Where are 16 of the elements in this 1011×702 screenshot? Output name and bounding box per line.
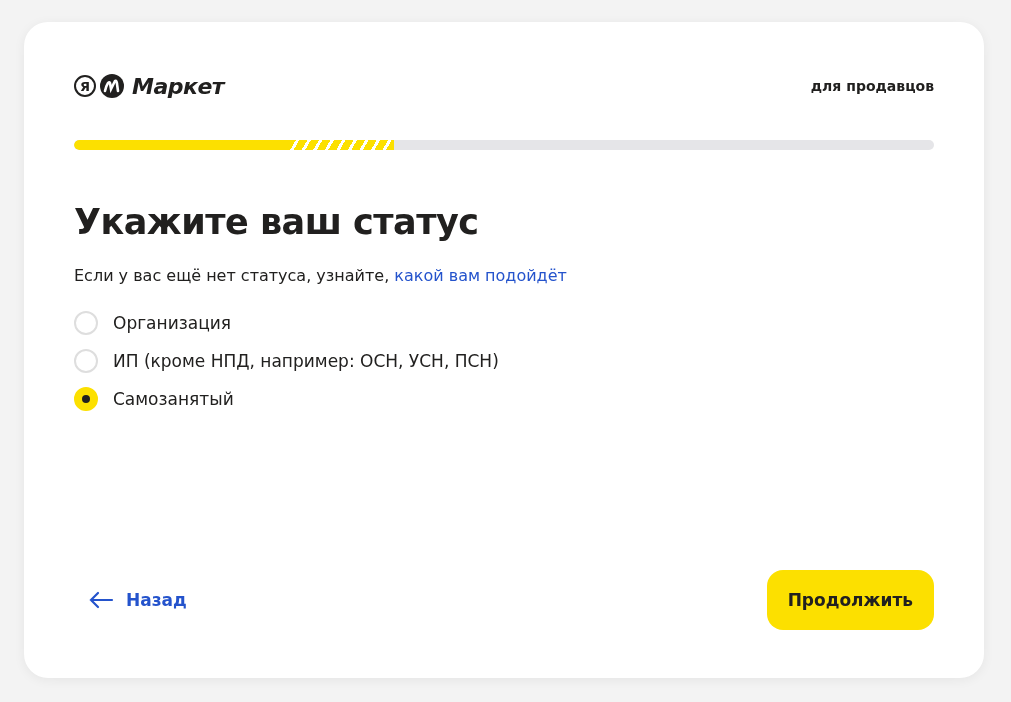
radio-button[interactable] [74, 311, 98, 335]
option-label[interactable]: Организация [113, 313, 231, 333]
logo-emblem-icon [100, 74, 124, 98]
logo-text: Маркет [132, 73, 225, 99]
option-label[interactable]: Самозанятый [113, 389, 234, 409]
logo-letter: Я [74, 75, 96, 97]
option-label[interactable]: ИП (кроме НПД, например: ОСН, УСН, ПСН) [113, 351, 499, 371]
continue-button[interactable]: Продолжить [766, 570, 934, 630]
page-title: Укажите ваш статус [74, 202, 480, 242]
for-sellers-link[interactable]: для продавцов [810, 78, 934, 94]
radio-button[interactable] [74, 349, 98, 373]
back-button[interactable]: Назад [74, 582, 201, 618]
subtitle-text: Если у вас ещё нет статуса, узнайте, какой вам подойдёт [74, 266, 568, 285]
arrow-left-icon [88, 591, 114, 609]
help-link[interactable]: какой вам подойдёт [394, 266, 567, 285]
radio-button[interactable] [74, 387, 98, 411]
